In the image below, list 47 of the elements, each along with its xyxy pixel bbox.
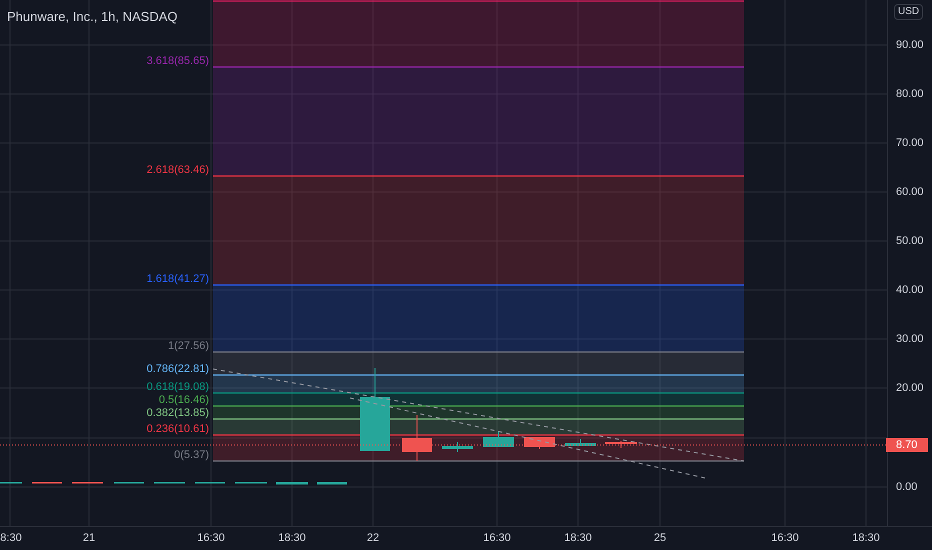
time-tick-label: 21 bbox=[82, 532, 96, 544]
price-tick-label: 60.00 bbox=[896, 186, 924, 198]
fib-level-label: 3.618(85.65) bbox=[146, 55, 209, 67]
price-tick-label: 30.00 bbox=[896, 333, 924, 345]
fib-level-label: 0.786(22.81) bbox=[146, 363, 209, 375]
fib-level-label: 1(27.56) bbox=[168, 340, 209, 352]
candlestick bbox=[442, 442, 473, 452]
time-tick-label: 8:30 bbox=[0, 532, 22, 544]
price-tick-label: 90.00 bbox=[896, 39, 924, 51]
candlestick bbox=[276, 482, 308, 484]
fib-level-label: 0(5.37) bbox=[174, 449, 209, 461]
candlestick bbox=[0, 482, 22, 484]
fib-level-label: 0.618(19.08) bbox=[146, 381, 209, 393]
candlestick bbox=[402, 414, 432, 462]
time-tick-label: 16:30 bbox=[771, 532, 799, 544]
candlestick bbox=[483, 430, 514, 448]
time-tick-label: 18:30 bbox=[564, 532, 592, 544]
chart-title: Phunware, Inc., 1h, NASDAQ bbox=[7, 8, 178, 26]
time-tick-label: 16:30 bbox=[197, 532, 225, 544]
fib-level-label: 1.618(41.27) bbox=[146, 273, 209, 285]
time-tick-label: 18:30 bbox=[852, 532, 880, 544]
price-tick-label: 80.00 bbox=[896, 88, 924, 100]
candlestick bbox=[235, 482, 267, 484]
last-price-badge: 8.70 bbox=[886, 438, 928, 452]
candlestick bbox=[32, 482, 62, 484]
candlestick bbox=[317, 482, 347, 484]
candlestick bbox=[605, 440, 637, 448]
price-tick-label: 0.00 bbox=[896, 481, 918, 493]
time-tick-label: 18:30 bbox=[278, 532, 306, 544]
price-tick-label: 50.00 bbox=[896, 235, 924, 247]
candlestick bbox=[524, 436, 555, 450]
candlestick bbox=[195, 482, 225, 484]
currency-badge[interactable]: USD bbox=[894, 4, 924, 20]
time-tick-label: 22 bbox=[366, 532, 380, 544]
candlestick bbox=[114, 482, 144, 484]
price-tick-label: 40.00 bbox=[896, 284, 924, 296]
candlestick bbox=[154, 482, 185, 484]
fib-level-label: 0.382(13.85) bbox=[146, 407, 209, 419]
time-tick-label: 16:30 bbox=[483, 532, 511, 544]
fib-level-label: 0.236(10.61) bbox=[146, 423, 209, 435]
candlestick bbox=[565, 438, 596, 446]
price-tick-label: 20.00 bbox=[896, 382, 924, 394]
candlestick bbox=[72, 482, 103, 484]
fib-level-label: 0.5(16.46) bbox=[158, 394, 209, 406]
price-tick-label: 70.00 bbox=[896, 137, 924, 149]
time-tick-label: 25 bbox=[654, 532, 666, 544]
fib-level-label: 2.618(63.46) bbox=[146, 164, 209, 176]
